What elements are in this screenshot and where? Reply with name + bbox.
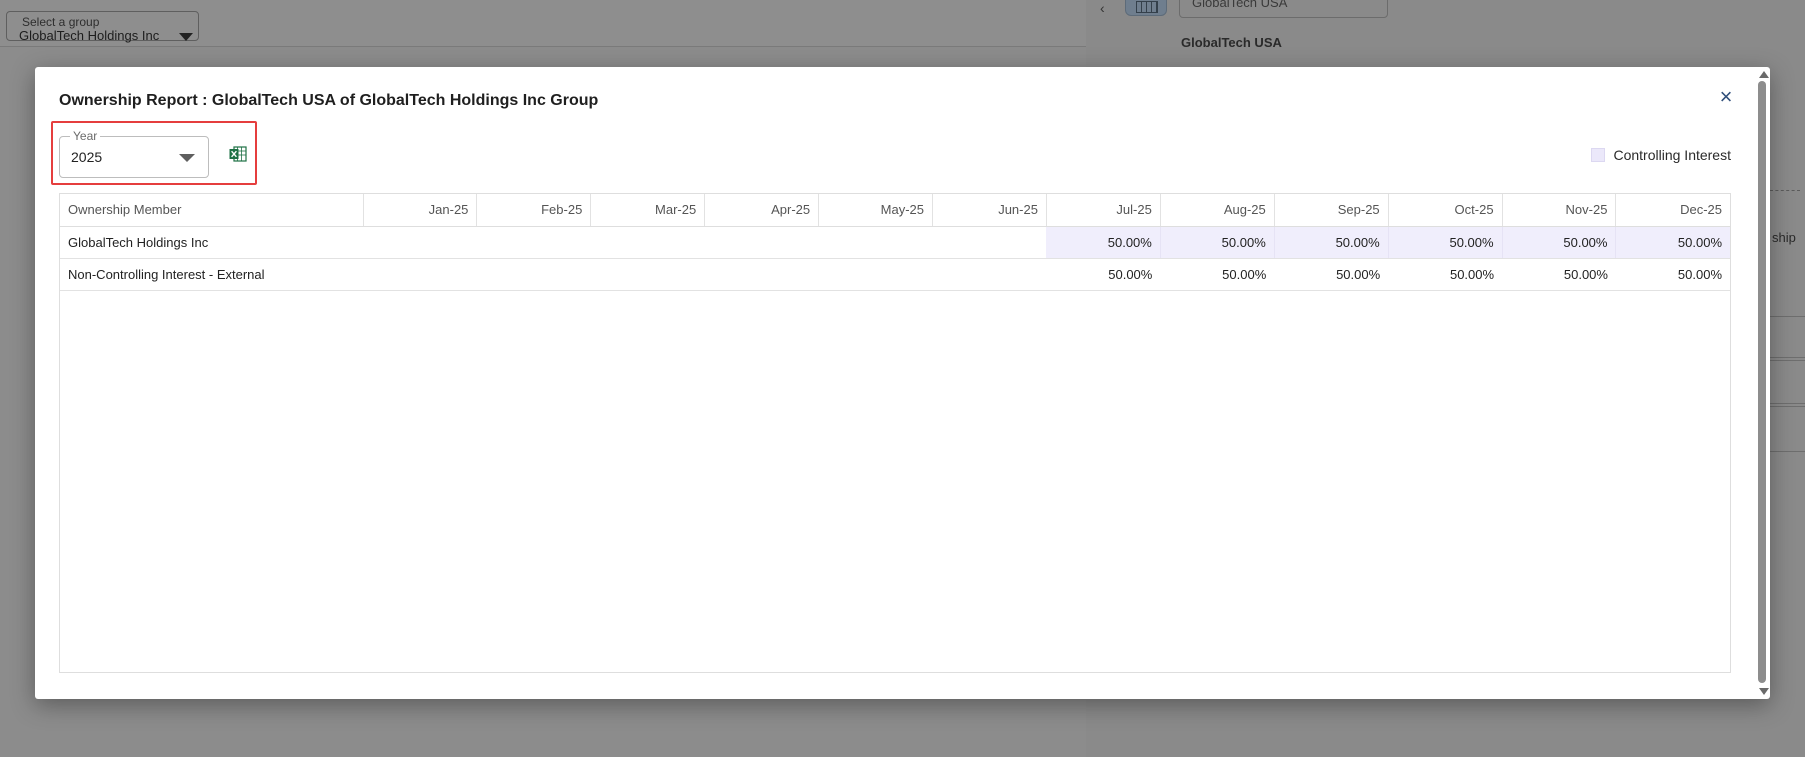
value-cell — [590, 258, 705, 291]
value-cell — [476, 226, 591, 259]
column-header[interactable]: Jul-25 — [1046, 194, 1161, 227]
value-cell: 50.00% — [1502, 258, 1616, 291]
value-cell: 50.00% — [1615, 258, 1730, 291]
member-cell: GlobalTech Holdings Inc — [60, 226, 363, 259]
close-icon[interactable]: × — [1715, 86, 1737, 109]
entity-name: GlobalTech USA — [1181, 35, 1282, 50]
value-cell — [704, 258, 819, 291]
value-cell: 50.00% — [1160, 258, 1275, 291]
value-cell — [590, 226, 705, 259]
value-cell — [818, 226, 933, 259]
legend: Controlling Interest — [1591, 147, 1731, 163]
value-cell: 50.00% — [1388, 258, 1503, 291]
background-topbar: Select a group GlobalTech Holdings Inc — [0, 0, 1086, 47]
grid-view-button[interactable] — [1125, 0, 1167, 16]
scroll-thumb[interactable] — [1758, 81, 1766, 683]
ownership-report-modal: Ownership Report : GlobalTech USA of Glo… — [35, 67, 1770, 699]
value-cell — [704, 226, 819, 259]
ownership-table: Ownership Member Jan-25 Feb-25 Mar-25 Ap… — [59, 193, 1731, 673]
controlling-value-cell: 50.00% — [1274, 226, 1389, 259]
chevron-down-icon — [179, 33, 193, 41]
group-select-value: GlobalTech Holdings Inc — [19, 28, 160, 43]
controlling-value-cell: 50.00% — [1502, 226, 1617, 259]
column-header[interactable]: Aug-25 — [1160, 194, 1275, 227]
legend-swatch — [1591, 148, 1606, 162]
member-cell: Non-Controlling Interest - External — [60, 258, 363, 291]
value-cell — [932, 226, 1047, 259]
value-cell — [363, 258, 477, 291]
column-header[interactable]: Mar-25 — [590, 194, 706, 227]
column-header[interactable]: Ownership Member — [60, 194, 364, 227]
controlling-value-cell: 50.00% — [1160, 226, 1275, 259]
scroll-up-icon[interactable] — [1759, 71, 1769, 78]
column-header[interactable]: Nov-25 — [1502, 194, 1617, 227]
controlling-value-cell: 50.00% — [1388, 226, 1503, 259]
controlling-value-cell: 50.00% — [1615, 226, 1730, 259]
modal-scrollbar[interactable] — [1755, 67, 1770, 699]
entity-input-value: GlobalTech USA — [1192, 0, 1288, 10]
year-select-value: 2025 — [71, 149, 103, 165]
column-header[interactable]: Jun-25 — [932, 194, 1047, 227]
value-cell: 50.00% — [1046, 258, 1161, 291]
entity-input[interactable]: GlobalTech USA — [1179, 0, 1388, 18]
year-select[interactable]: Year 2025 — [59, 129, 209, 178]
column-header[interactable]: Apr-25 — [704, 194, 820, 227]
table-row: GlobalTech Holdings Inc 50.00% 50.00% 50… — [60, 226, 1730, 259]
chevron-down-icon — [179, 154, 195, 162]
value-cell — [363, 226, 477, 259]
value-cell — [818, 258, 933, 291]
column-header[interactable]: Sep-25 — [1274, 194, 1389, 227]
column-header[interactable]: May-25 — [818, 194, 934, 227]
table-row: Non-Controlling Interest - External 50.0… — [60, 258, 1730, 291]
value-cell: 50.00% — [1274, 258, 1389, 291]
controlling-value-cell: 50.00% — [1046, 226, 1161, 259]
year-select-label: Year — [70, 129, 101, 143]
chevron-left-icon[interactable]: ‹ — [1100, 0, 1105, 16]
column-header[interactable]: Dec-25 — [1615, 194, 1730, 227]
divider — [1770, 190, 1800, 191]
group-select-label: Select a group — [19, 16, 103, 28]
table-header-row: Ownership Member Jan-25 Feb-25 Mar-25 Ap… — [60, 194, 1730, 227]
value-cell — [476, 258, 591, 291]
scroll-down-icon[interactable] — [1759, 688, 1769, 695]
column-header[interactable]: Oct-25 — [1388, 194, 1503, 227]
column-header[interactable]: Feb-25 — [476, 194, 592, 227]
excel-icon[interactable] — [229, 145, 247, 163]
value-cell — [932, 258, 1047, 291]
truncated-label: ship — [1772, 230, 1796, 245]
column-header[interactable]: Jan-25 — [363, 194, 478, 227]
legend-label: Controlling Interest — [1613, 147, 1731, 163]
group-select[interactable]: Select a group GlobalTech Holdings Inc — [6, 11, 199, 43]
modal-title: Ownership Report : GlobalTech USA of Glo… — [59, 92, 599, 109]
